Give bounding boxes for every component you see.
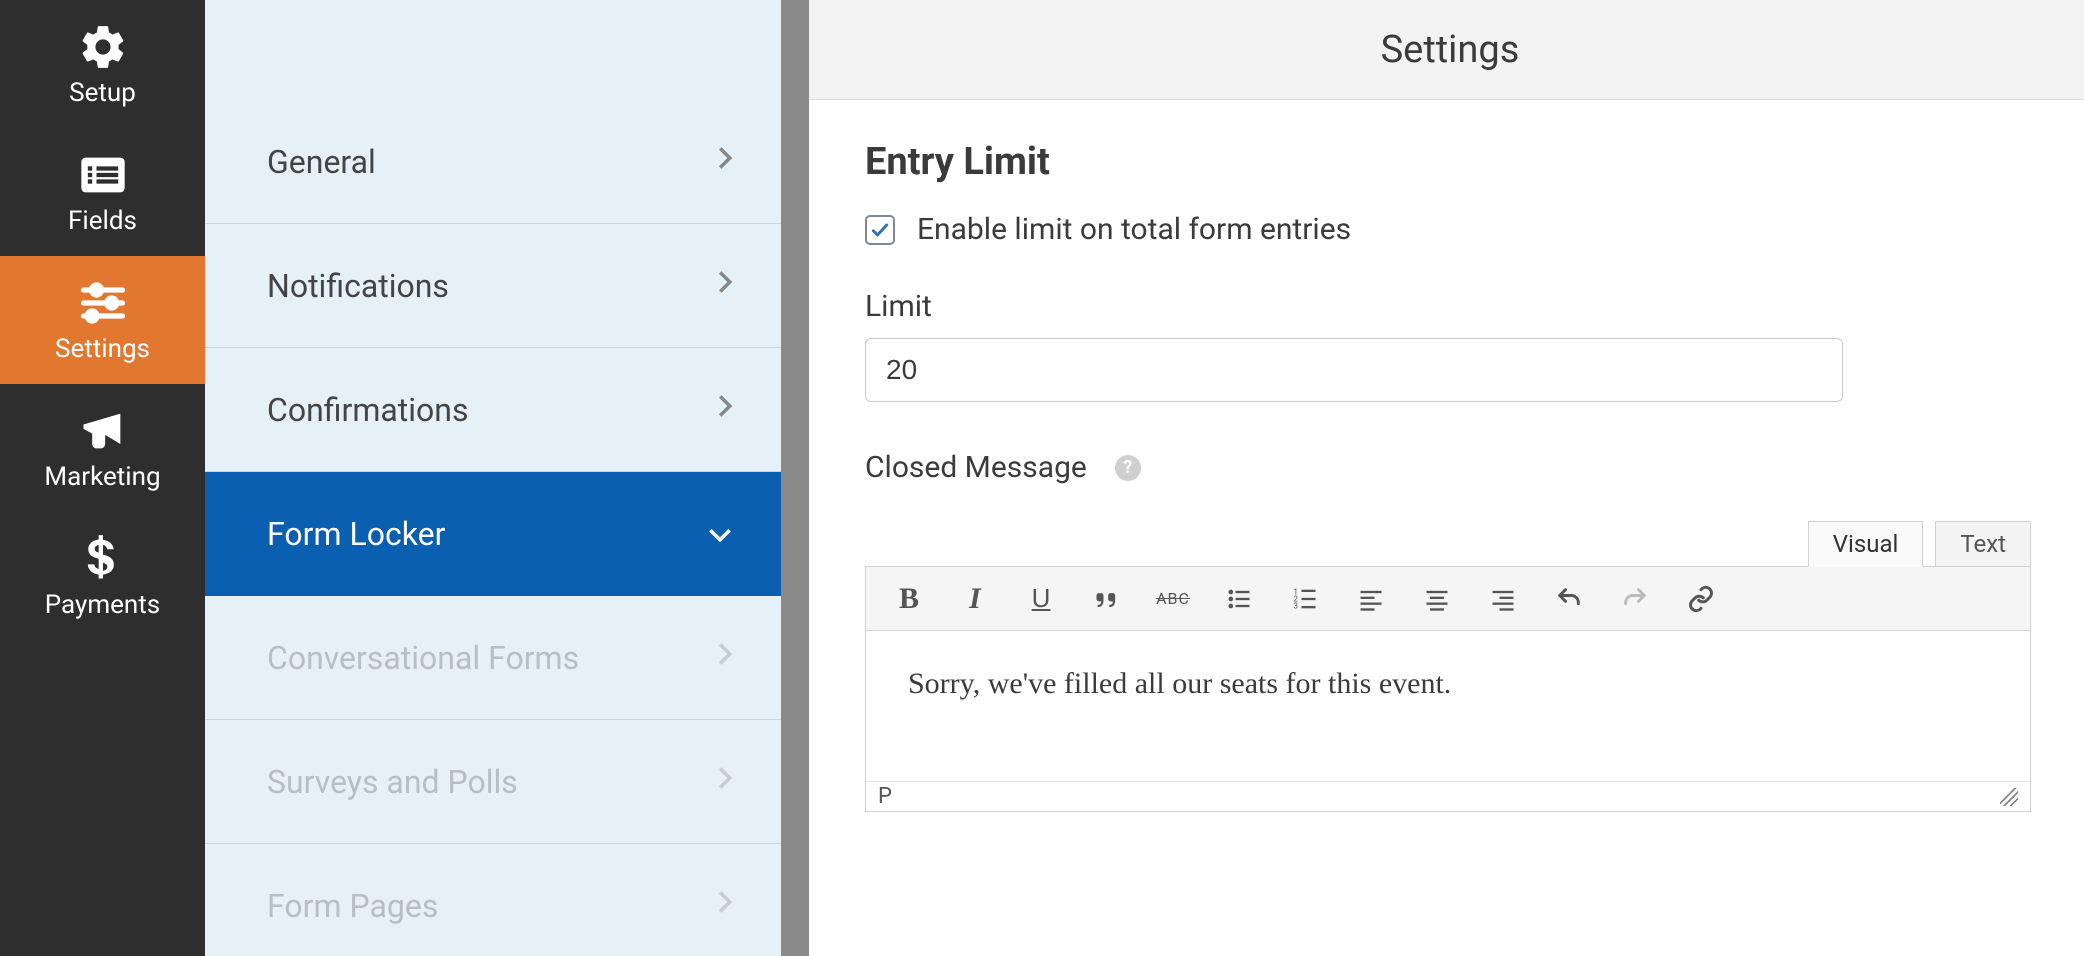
editor-content[interactable]: Sorry, we've filled all our seats for th… bbox=[866, 631, 2030, 781]
settings-panel: General Notifications Confirmations Form… bbox=[205, 0, 781, 956]
settings-item-conversational-forms[interactable]: Conversational Forms bbox=[205, 596, 781, 720]
settings-item-label: Conversational Forms bbox=[267, 639, 579, 677]
chevron-right-icon bbox=[717, 889, 733, 922]
panel-splitter[interactable] bbox=[781, 0, 809, 956]
icon-sidebar: Setup Fields Settings Marketing Payments bbox=[0, 0, 205, 956]
chevron-right-icon bbox=[717, 393, 733, 426]
settings-item-label: Form Locker bbox=[267, 515, 445, 553]
numbered-list-button[interactable]: 123 bbox=[1278, 577, 1332, 621]
settings-item-label: Form Pages bbox=[267, 887, 438, 925]
tab-text[interactable]: Text bbox=[1935, 521, 2031, 567]
page-title: Settings bbox=[809, 0, 2084, 100]
resize-handle[interactable] bbox=[2000, 788, 2018, 806]
chevron-right-icon bbox=[717, 765, 733, 798]
align-right-button[interactable] bbox=[1476, 577, 1530, 621]
settings-item-label: Confirmations bbox=[267, 391, 468, 429]
underline-button[interactable]: U bbox=[1014, 577, 1068, 621]
strikethrough-button[interactable]: ABC bbox=[1146, 577, 1200, 621]
sliders-icon bbox=[77, 280, 129, 326]
chevron-right-icon bbox=[717, 145, 733, 178]
sidebar-item-setup[interactable]: Setup bbox=[0, 0, 205, 128]
editor-toolbar: B I U ABC 123 bbox=[866, 567, 2030, 631]
tab-visual[interactable]: Visual bbox=[1808, 521, 1924, 567]
bullet-list-button[interactable] bbox=[1212, 577, 1266, 621]
settings-item-form-pages[interactable]: Form Pages bbox=[205, 844, 781, 956]
closed-message-editor: Visual Text B I U ABC 123 bbox=[865, 521, 2031, 812]
chevron-right-icon bbox=[717, 641, 733, 674]
dollar-icon bbox=[77, 536, 129, 582]
chevron-right-icon bbox=[717, 269, 733, 302]
blockquote-button[interactable] bbox=[1080, 577, 1134, 621]
sidebar-item-label: Settings bbox=[55, 334, 150, 364]
closed-message-label: Closed Message bbox=[865, 450, 1087, 485]
settings-item-label: General bbox=[267, 143, 376, 181]
sidebar-item-label: Payments bbox=[45, 590, 160, 620]
sidebar-item-payments[interactable]: Payments bbox=[0, 512, 205, 640]
chevron-down-icon bbox=[707, 517, 733, 550]
italic-button[interactable]: I bbox=[948, 577, 1002, 621]
settings-item-notifications[interactable]: Notifications bbox=[205, 224, 781, 348]
settings-item-general[interactable]: General bbox=[205, 100, 781, 224]
limit-label: Limit bbox=[865, 289, 2031, 324]
settings-item-surveys-polls[interactable]: Surveys and Polls bbox=[205, 720, 781, 844]
settings-item-confirmations[interactable]: Confirmations bbox=[205, 348, 781, 472]
enable-limit-label: Enable limit on total form entries bbox=[917, 212, 1351, 247]
gear-icon bbox=[77, 24, 129, 70]
align-left-button[interactable] bbox=[1344, 577, 1398, 621]
enable-limit-checkbox[interactable] bbox=[865, 215, 895, 245]
link-button[interactable] bbox=[1674, 577, 1728, 621]
help-icon[interactable]: ? bbox=[1115, 455, 1141, 481]
megaphone-icon bbox=[77, 408, 129, 454]
limit-input[interactable] bbox=[865, 338, 1843, 402]
sidebar-item-fields[interactable]: Fields bbox=[0, 128, 205, 256]
undo-button[interactable] bbox=[1542, 577, 1596, 621]
sidebar-item-label: Fields bbox=[68, 206, 137, 236]
svg-text:3: 3 bbox=[1293, 600, 1298, 610]
sidebar-item-label: Marketing bbox=[44, 462, 160, 492]
sidebar-item-label: Setup bbox=[69, 78, 136, 108]
align-center-button[interactable] bbox=[1410, 577, 1464, 621]
main-content: Settings Entry Limit Enable limit on tot… bbox=[809, 0, 2084, 956]
settings-item-form-locker[interactable]: Form Locker bbox=[205, 472, 781, 596]
settings-item-label: Surveys and Polls bbox=[267, 763, 518, 801]
list-icon bbox=[77, 152, 129, 198]
settings-item-label: Notifications bbox=[267, 267, 449, 305]
redo-button[interactable] bbox=[1608, 577, 1662, 621]
bold-button[interactable]: B bbox=[882, 577, 936, 621]
editor-path: P bbox=[878, 784, 892, 809]
section-title: Entry Limit bbox=[865, 140, 2031, 184]
sidebar-item-marketing[interactable]: Marketing bbox=[0, 384, 205, 512]
sidebar-item-settings[interactable]: Settings bbox=[0, 256, 205, 384]
